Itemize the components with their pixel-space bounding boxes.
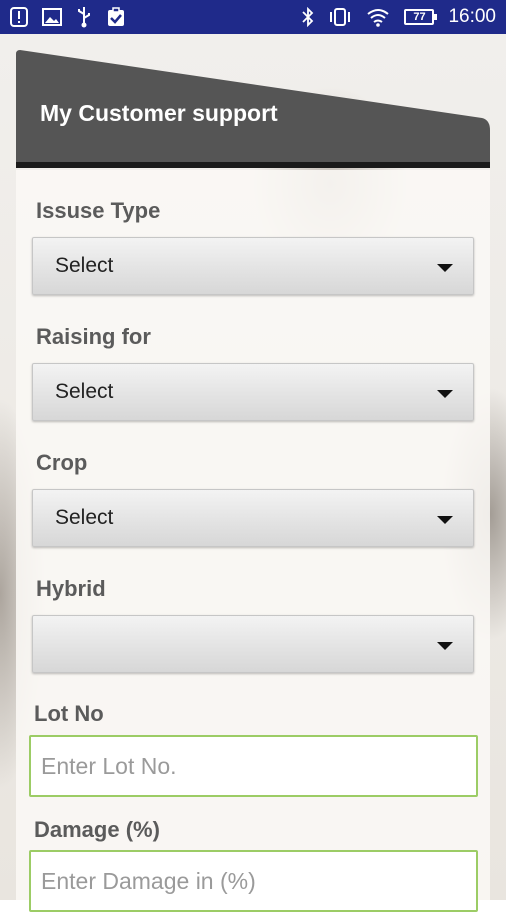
notification-alert-icon (10, 7, 28, 27)
hybrid-label: Hybrid (36, 576, 106, 601)
clock: 16:00 (448, 6, 496, 27)
hybrid-select[interactable] (32, 615, 474, 673)
status-bar-right: 77 16:00 (302, 6, 496, 28)
header-banner: My Customer support (16, 50, 490, 168)
bluetooth-icon (302, 7, 314, 27)
status-bar: 77 16:00 (0, 0, 506, 34)
crop-value: Select (55, 506, 114, 529)
issue-type-value: Select (55, 254, 114, 277)
dropdown-arrow-icon (437, 390, 453, 398)
dropdown-arrow-icon (437, 516, 453, 524)
image-icon (42, 8, 62, 26)
battery-level: 77 (413, 11, 426, 23)
damage-label: Damage (%) (34, 817, 160, 842)
dropdown-arrow-icon (437, 264, 453, 272)
issue-type-select[interactable]: Select (32, 237, 474, 295)
crop-select[interactable]: Select (32, 489, 474, 547)
raising-for-select[interactable]: Select (32, 363, 474, 421)
lot-no-label: Lot No (34, 701, 104, 726)
clipboard-icon (106, 7, 126, 27)
status-bar-left (10, 6, 126, 28)
usb-icon (76, 6, 92, 28)
wifi-icon (366, 7, 390, 27)
vibrate-icon (328, 7, 352, 27)
dropdown-arrow-icon (437, 642, 453, 650)
damage-input[interactable] (29, 850, 478, 912)
lot-no-input[interactable] (29, 735, 478, 797)
page-title: My Customer support (40, 100, 278, 126)
battery-icon: 77 (404, 9, 438, 25)
raising-for-value: Select (55, 380, 114, 403)
crop-label: Crop (36, 450, 88, 475)
support-form: Issuse Type Select Raising for Select Cr… (16, 170, 490, 912)
issue-type-label: Issuse Type (36, 198, 161, 223)
raising-for-label: Raising for (36, 324, 151, 349)
